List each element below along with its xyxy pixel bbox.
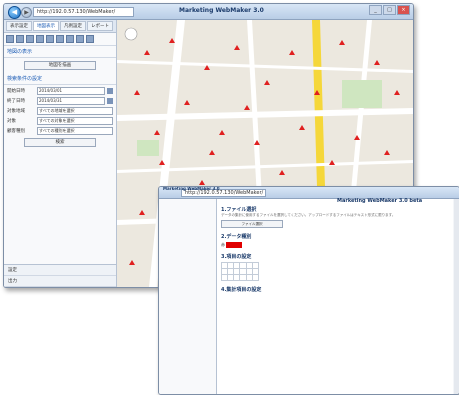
calendar-icon[interactable] [107,98,113,104]
form-row: 終了日時 2014/03/31 [7,97,113,105]
draw-map-button[interactable]: 地図を描画 [24,61,96,70]
form-row: 開始日時 2014/03/01 [7,87,113,95]
form-label: 開始日時 [7,89,25,94]
address-bar[interactable]: http://192.0.57.130/WebMaker/ [33,7,134,17]
close-button[interactable]: × [397,5,410,15]
tab-title-2[interactable]: Marketing WebMaker 3.0 [163,187,220,191]
back-button[interactable]: ◀ [8,6,21,19]
page-title: Marketing WebMaker 3.0 [179,7,264,14]
forward-button[interactable]: ▶ [21,7,32,18]
region-select[interactable]: すべての地域を選択 [37,107,113,115]
end-date-field[interactable]: 2014/03/31 [37,97,105,105]
content-pane: Marketing WebMaker 3.0 beta 1.ファイル選択 データ… [217,198,453,394]
form-label: 対象 [7,119,16,124]
footer-item-settings[interactable]: 設定 [4,265,116,276]
tab-display-settings[interactable]: 表示設定 [6,21,32,31]
color-label: 赤 [221,241,225,247]
footer-item-output[interactable]: 出力 [4,276,116,287]
target-select[interactable]: すべての対象を選択 [37,117,113,125]
fields-table [220,261,259,281]
browse-button[interactable]: ファイル選択 [221,219,283,228]
folder-icon[interactable] [6,35,14,43]
zoom-out-icon[interactable] [46,35,54,43]
search-button[interactable]: 検索 [24,138,96,147]
table-icon[interactable] [76,35,84,43]
form-label: 対象地域 [7,109,25,114]
tab-report[interactable]: レポート [87,21,113,31]
layer-icon[interactable] [56,35,64,43]
chart-icon[interactable] [66,35,74,43]
tab-legend[interactable]: 凡例設定 [60,21,86,31]
sidebar-footer: 設定 出力 [4,264,116,287]
section-file: 1.ファイル選択 [221,207,257,213]
form-row: 対象 すべての対象を選択 [7,117,113,125]
sidebar: 表示設定 地図表示 凡例設定 レポート 地図の表示 地図を描画 検索条件の設定 … [4,20,117,287]
scrollbar[interactable] [454,199,459,394]
form-label: 終了日時 [7,99,25,104]
section-fields: 3.項目の設定 [221,253,252,260]
print-icon[interactable] [26,35,34,43]
save-icon[interactable] [16,35,24,43]
customer-type-select[interactable]: すべての種別を選択 [37,127,113,135]
window-controls: _ □ × [369,5,410,15]
map-section-head: 地図の表示 [4,46,116,58]
toolbar [4,33,116,46]
sidebar-2 [159,199,217,394]
calendar-icon[interactable] [107,88,113,94]
start-date-field[interactable]: 2014/03/01 [37,87,105,95]
section-data-type: 2.データ種別 [221,233,252,240]
condition-section-head: 検索条件の設定 [4,73,116,85]
secondary-browser-window: http://192.0.57.130/WebMaker/ Marketing … [158,186,459,395]
instruction-text: データの集計に使用するファイルを選択してください。アップロードするファイルはテキ… [221,213,396,217]
minimize-button[interactable]: _ [369,5,382,15]
sidebar-tabs: 表示設定 地図表示 凡例設定 レポート [4,20,116,33]
color-swatch[interactable] [226,241,243,248]
form-row: 顧客種別 すべての種別を選択 [7,127,113,135]
form-label: 顧客種別 [7,129,25,134]
color-row: 赤 [221,241,449,248]
section-aggregate: 4.集計項目の設定 [221,286,262,293]
zoom-in-icon[interactable] [36,35,44,43]
help-icon[interactable] [86,35,94,43]
app-subtitle: Marketing WebMaker 3.0 beta [337,198,423,204]
browser-chrome: ◀ ▶ http://192.0.57.130/WebMaker/ Market… [4,4,413,20]
form-row: 対象地域 すべての地域を選択 [7,107,113,115]
maximize-button[interactable]: □ [383,5,396,15]
tab-map[interactable]: 地図表示 [33,21,59,31]
